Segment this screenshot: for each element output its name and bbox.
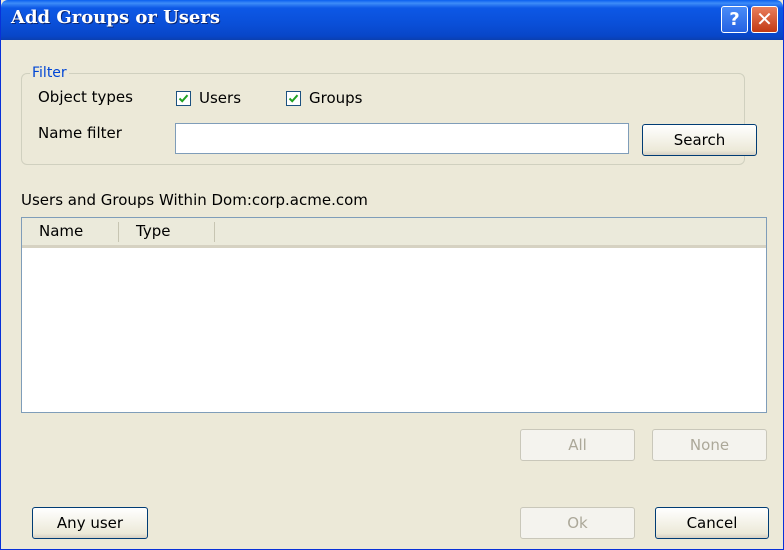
column-divider[interactable] [118, 222, 119, 242]
column-divider[interactable] [214, 222, 215, 242]
window-title: Add Groups or Users [11, 7, 220, 28]
ok-button[interactable]: Ok [520, 507, 635, 539]
groups-checkbox[interactable]: Groups [286, 89, 362, 107]
add-groups-dialog: Add Groups or Users ? ✕ Filter Object ty… [0, 0, 784, 550]
column-header-type[interactable]: Type [136, 218, 170, 245]
help-icon[interactable]: ? [721, 6, 748, 33]
cancel-button[interactable]: Cancel [655, 507, 769, 539]
select-none-button[interactable]: None [652, 429, 767, 461]
column-header-name[interactable]: Name [39, 218, 83, 245]
groups-checkbox-box[interactable] [286, 90, 301, 106]
check-icon [288, 94, 299, 103]
object-types-label: Object types [38, 88, 133, 106]
results-heading: Users and Groups Within Dom:corp.acme.co… [21, 191, 368, 209]
any-user-button[interactable]: Any user [32, 507, 148, 539]
select-all-button[interactable]: All [520, 429, 635, 461]
filter-legend: Filter [32, 65, 67, 81]
name-filter-label: Name filter [38, 124, 122, 142]
close-icon[interactable]: ✕ [751, 6, 778, 33]
users-checkbox-box[interactable] [176, 90, 191, 106]
list-header: Name Type [22, 218, 766, 248]
title-bar[interactable]: Add Groups or Users ? ✕ [1, 0, 783, 40]
users-checkbox[interactable]: Users [176, 89, 241, 107]
search-button[interactable]: Search [642, 124, 757, 156]
name-filter-input[interactable] [175, 123, 629, 154]
users-checkbox-label: Users [199, 89, 242, 107]
groups-checkbox-label: Groups [309, 89, 363, 107]
users-groups-list[interactable]: Name Type [21, 217, 767, 413]
check-icon [178, 94, 189, 103]
